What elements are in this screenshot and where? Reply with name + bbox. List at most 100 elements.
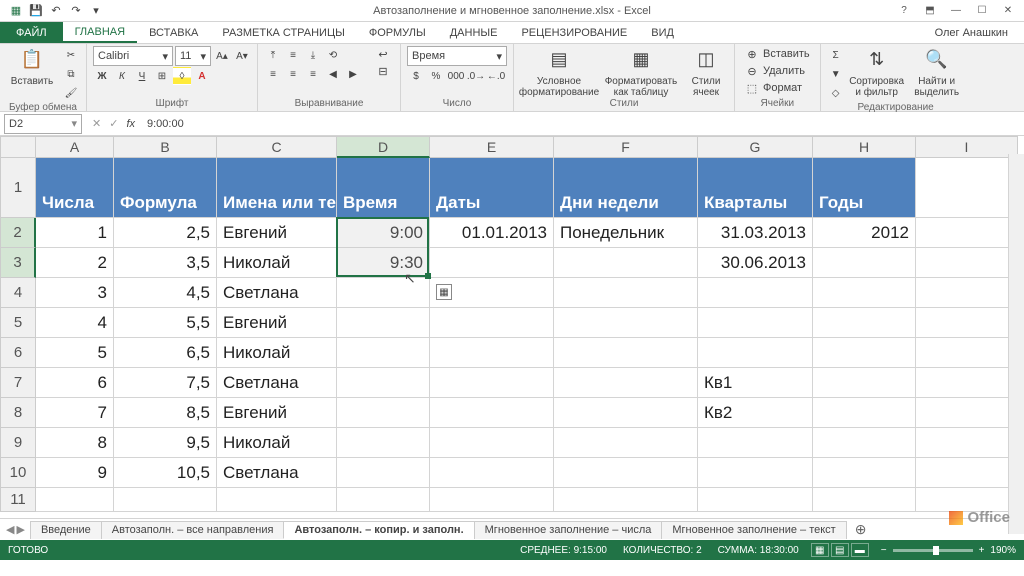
cell-D2[interactable]: 9:00	[337, 218, 430, 248]
col-header-I[interactable]: I	[916, 136, 1018, 158]
cell-B10[interactable]: 10,5	[114, 458, 217, 488]
view-pagebreak-icon[interactable]: ▬	[851, 543, 869, 557]
cell-G10[interactable]	[698, 458, 813, 488]
border-icon[interactable]: ⊞	[153, 67, 171, 85]
user-name[interactable]: Олег Анашкин	[935, 22, 1024, 43]
cell-F7[interactable]	[554, 368, 698, 398]
font-color-icon[interactable]: A	[193, 67, 211, 85]
align-middle-icon[interactable]: ≡	[284, 46, 302, 64]
cell-F10[interactable]	[554, 458, 698, 488]
formula-input[interactable]: 9:00:00	[141, 118, 1024, 130]
cell-F8[interactable]	[554, 398, 698, 428]
row-header-6[interactable]: 6	[0, 338, 36, 368]
cell-D7[interactable]	[337, 368, 430, 398]
view-normal-icon[interactable]: ▦	[811, 543, 829, 557]
ribbon-display-icon[interactable]: ⬒	[918, 3, 942, 19]
copy-icon[interactable]: ⧉	[62, 65, 80, 83]
accounting-icon[interactable]: $	[407, 67, 425, 85]
cell-E2[interactable]: 01.01.2013	[430, 218, 554, 248]
cell-A11[interactable]	[36, 488, 114, 512]
merge-button[interactable]: ⊟	[372, 63, 394, 79]
cell-I4[interactable]	[916, 278, 1018, 308]
cell-I1[interactable]	[916, 158, 1018, 218]
ribbon-tab-данные[interactable]: ДАННЫЕ	[438, 22, 510, 43]
sheet-nav-prev-icon[interactable]: ◀	[6, 523, 14, 536]
col-header-F[interactable]: F	[554, 136, 698, 158]
fx-icon[interactable]: fx	[126, 118, 141, 130]
cell-E5[interactable]	[430, 308, 554, 338]
sheet-nav-next-icon[interactable]: ▶	[16, 523, 24, 536]
ribbon-tab-вставка[interactable]: ВСТАВКА	[137, 22, 210, 43]
cell-I10[interactable]	[916, 458, 1018, 488]
zoom-slider[interactable]	[893, 549, 973, 552]
zoom-level[interactable]: 190%	[990, 545, 1016, 556]
cell-H2[interactable]: 2012	[813, 218, 916, 248]
decrease-decimal-icon[interactable]: ←.0	[487, 67, 505, 85]
cell-D5[interactable]	[337, 308, 430, 338]
ribbon-tab-файл[interactable]: ФАЙЛ	[0, 22, 63, 43]
font-size-dropdown[interactable]: 11▾	[175, 46, 211, 66]
cell-F2[interactable]: Понедельник	[554, 218, 698, 248]
cell-D8[interactable]	[337, 398, 430, 428]
find-select-button[interactable]: 🔍Найти и выделить	[909, 46, 965, 98]
cell-I3[interactable]	[916, 248, 1018, 278]
cell-E3[interactable]	[430, 248, 554, 278]
autosum-icon[interactable]: Σ	[827, 46, 845, 64]
insert-cells-button[interactable]: ⊕Вставить	[741, 46, 814, 62]
align-right-icon[interactable]: ≡	[304, 65, 322, 83]
comma-icon[interactable]: 000	[447, 67, 465, 85]
sheet-tab[interactable]: Мгновенное заполнение – числа	[474, 521, 663, 539]
cell-C5[interactable]: Евгений	[217, 308, 337, 338]
row-header-10[interactable]: 10	[0, 458, 36, 488]
autofill-options-icon[interactable]: ▦	[436, 284, 452, 300]
sheet-tab[interactable]: Автозаполн. – копир. и заполн.	[283, 521, 474, 539]
cell-G2[interactable]: 31.03.2013	[698, 218, 813, 248]
ribbon-tab-вид[interactable]: ВИД	[639, 22, 686, 43]
cell-I8[interactable]	[916, 398, 1018, 428]
col-header-G[interactable]: G	[698, 136, 813, 158]
row-header-4[interactable]: 4	[0, 278, 36, 308]
row-header-7[interactable]: 7	[0, 368, 36, 398]
new-sheet-icon[interactable]: ⊕	[847, 521, 875, 538]
cell-H11[interactable]	[813, 488, 916, 512]
decrease-indent-icon[interactable]: ◀	[324, 65, 342, 83]
cell-A3[interactable]: 2	[36, 248, 114, 278]
row-header-1[interactable]: 1	[0, 158, 36, 218]
col-header-H[interactable]: H	[813, 136, 916, 158]
align-top-icon[interactable]: ⤒	[264, 46, 282, 64]
cell-C4[interactable]: Светлана	[217, 278, 337, 308]
cell-A6[interactable]: 5	[36, 338, 114, 368]
cell-C1[interactable]: Имена или текст	[217, 158, 337, 218]
enter-formula-icon[interactable]: ✓	[109, 117, 118, 130]
cell-D11[interactable]	[337, 488, 430, 512]
fill-color-icon[interactable]: ◊	[173, 67, 191, 85]
row-header-11[interactable]: 11	[0, 488, 36, 512]
cell-E6[interactable]	[430, 338, 554, 368]
cell-C8[interactable]: Евгений	[217, 398, 337, 428]
cell-A5[interactable]: 4	[36, 308, 114, 338]
ribbon-tab-разметка страницы[interactable]: РАЗМЕТКА СТРАНИЦЫ	[210, 22, 356, 43]
cell-I6[interactable]	[916, 338, 1018, 368]
cell-H6[interactable]	[813, 338, 916, 368]
align-bottom-icon[interactable]: ⤓	[304, 46, 322, 64]
cell-G8[interactable]: Кв2	[698, 398, 813, 428]
cell-G7[interactable]: Кв1	[698, 368, 813, 398]
cell-D1[interactable]: Время	[337, 158, 430, 218]
cell-F5[interactable]	[554, 308, 698, 338]
cell-H5[interactable]	[813, 308, 916, 338]
sheet-tab[interactable]: Автозаполн. – все направления	[101, 521, 285, 539]
ribbon-tab-формулы[interactable]: ФОРМУЛЫ	[357, 22, 438, 43]
row-header-3[interactable]: 3	[0, 248, 36, 278]
name-box[interactable]: D2▾	[4, 114, 82, 134]
cell-C7[interactable]: Светлана	[217, 368, 337, 398]
cell-styles-button[interactable]: ◫Стили ячеек	[684, 46, 728, 98]
cell-D9[interactable]	[337, 428, 430, 458]
row-header-2[interactable]: 2	[0, 218, 36, 248]
cell-D4[interactable]	[337, 278, 430, 308]
cell-B9[interactable]: 9,5	[114, 428, 217, 458]
cell-E11[interactable]	[430, 488, 554, 512]
cell-B7[interactable]: 7,5	[114, 368, 217, 398]
sort-filter-button[interactable]: ⇅Сортировка и фильтр	[849, 46, 905, 98]
cell-A4[interactable]: 3	[36, 278, 114, 308]
col-header-B[interactable]: B	[114, 136, 217, 158]
